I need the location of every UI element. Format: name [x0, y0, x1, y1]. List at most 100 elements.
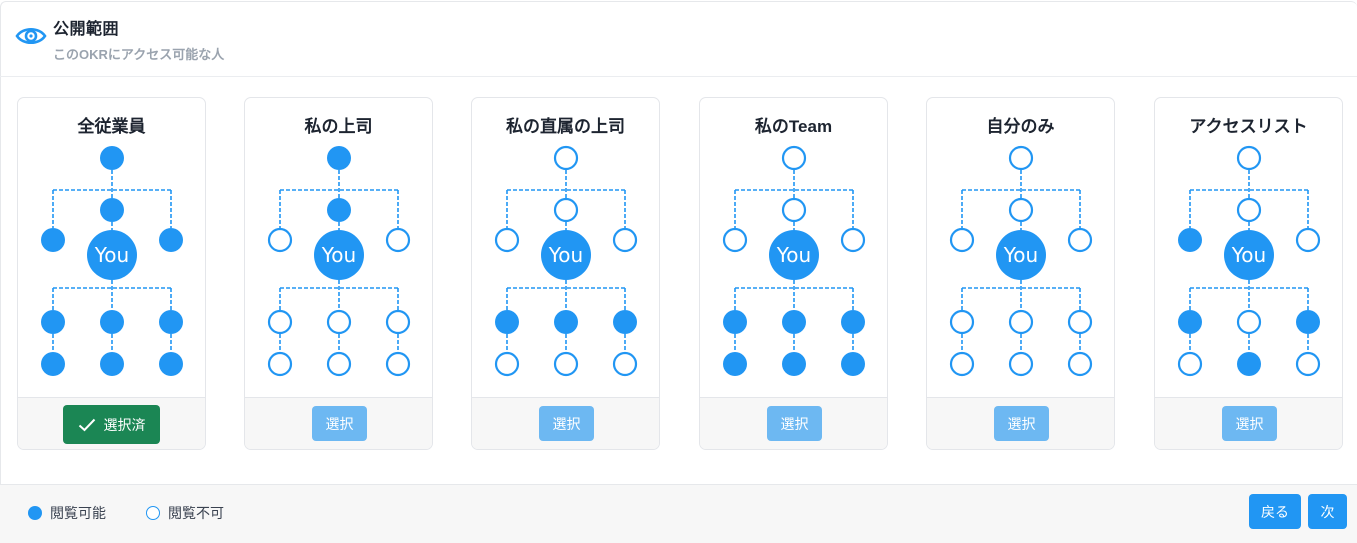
legend-not-viewable: 閲覧不可: [146, 503, 224, 523]
peer-left-node-not-viewable: [267, 227, 293, 253]
top-manager-node-not-viewable: [781, 145, 807, 171]
selected-button[interactable]: 選択済: [63, 405, 160, 444]
top-manager-node-not-viewable: [1008, 145, 1034, 171]
sub-report-node-not-viewable: [612, 351, 638, 377]
org-tree-diagram: You: [267, 146, 411, 377]
org-tree-diagram: You: [722, 145, 866, 376]
boss-node-not-viewable: [1236, 197, 1262, 223]
peer-right-node-not-viewable: [1067, 227, 1093, 253]
report-node-viewable: [159, 310, 183, 334]
page-title: 公開範囲: [53, 21, 120, 38]
card-title: 全従業員: [77, 117, 146, 136]
you-label: You: [1003, 243, 1038, 267]
footer-bar: 閲覧可能 閲覧不可 戻る 次: [0, 484, 1357, 543]
page-subtitle: このOKRにアクセス可能な人: [53, 47, 225, 62]
sub-report-node-not-viewable: [553, 351, 579, 377]
card-title: 自分のみ: [986, 117, 1055, 136]
you-label: You: [548, 243, 583, 267]
peer-left-node-not-viewable: [722, 227, 748, 253]
report-node-not-viewable: [949, 309, 975, 335]
visibility-option-card[interactable]: 全従業員 You 選択済: [17, 97, 206, 450]
sub-report-node-viewable: [1237, 352, 1261, 376]
top-manager-node-viewable: [327, 146, 351, 170]
org-tree-diagram: You: [494, 145, 638, 377]
sub-report-node-not-viewable: [949, 351, 975, 377]
report-node-viewable: [723, 310, 747, 334]
peer-left-node-not-viewable: [494, 227, 520, 253]
visibility-option-card[interactable]: 自分のみ You 選択: [926, 97, 1115, 450]
report-node-not-viewable: [1236, 309, 1262, 335]
org-tree-diagram: You: [41, 146, 183, 376]
peer-left-node-viewable: [41, 228, 65, 252]
peer-right-node-viewable: [159, 228, 183, 252]
legend-not-viewable-label: 閲覧不可: [168, 505, 224, 521]
boss-node-not-viewable: [1008, 197, 1034, 223]
report-node-not-viewable: [1067, 309, 1093, 335]
report-node-viewable: [1178, 310, 1202, 334]
visibility-option-card[interactable]: 私の上司 You 選択: [244, 97, 433, 450]
report-node-viewable: [41, 310, 65, 334]
org-tree-diagram: You: [1177, 145, 1321, 377]
you-label: You: [776, 243, 811, 267]
you-label: You: [94, 243, 129, 267]
report-node-viewable: [100, 310, 124, 334]
visibility-option-card[interactable]: 私の直属の上司 You 選択: [471, 97, 660, 450]
report-node-viewable: [782, 310, 806, 334]
sub-report-node-not-viewable: [1295, 351, 1321, 377]
sub-report-node-not-viewable: [1008, 351, 1034, 377]
sub-report-node-viewable: [41, 352, 65, 376]
sub-report-node-viewable: [723, 352, 747, 376]
card-title: アクセスリスト: [1189, 117, 1308, 136]
select-button[interactable]: 選択: [539, 406, 594, 441]
boss-node-not-viewable: [553, 197, 579, 223]
select-button[interactable]: 選択: [767, 406, 822, 441]
card-title: 私の上司: [304, 117, 373, 136]
sub-report-node-not-viewable: [385, 351, 411, 377]
checkmark-icon: [78, 418, 95, 431]
peer-right-node-not-viewable: [840, 227, 866, 253]
peer-left-node-viewable: [1178, 228, 1202, 252]
report-node-not-viewable: [1008, 309, 1034, 335]
sub-report-node-viewable: [841, 352, 865, 376]
sub-report-node-not-viewable: [326, 351, 352, 377]
org-tree-diagram: You: [949, 145, 1093, 377]
report-node-not-viewable: [326, 309, 352, 335]
card-footer: 選択済: [18, 397, 205, 449]
report-node-viewable: [495, 310, 519, 334]
visibility-option-card[interactable]: アクセスリスト You 選択: [1154, 97, 1343, 450]
card-title: 私の直属の上司: [506, 117, 625, 136]
peer-right-node-not-viewable: [612, 227, 638, 253]
back-button[interactable]: 戻る: [1249, 494, 1301, 529]
card-footer: 選択: [927, 397, 1114, 449]
boss-node-viewable: [100, 198, 124, 222]
next-button[interactable]: 次: [1308, 494, 1347, 529]
report-node-not-viewable: [385, 309, 411, 335]
card-footer: 選択: [1155, 397, 1342, 449]
eye-icon: [15, 27, 47, 45]
header: 公開範囲 このOKRにアクセス可能な人: [0, 0, 1357, 77]
card-footer: 選択: [245, 397, 432, 449]
report-node-viewable: [613, 310, 637, 334]
sub-report-node-viewable: [100, 352, 124, 376]
report-node-viewable: [1296, 310, 1320, 334]
top-manager-node-not-viewable: [553, 145, 579, 171]
report-node-viewable: [841, 310, 865, 334]
you-label: You: [1231, 243, 1266, 267]
sub-report-node-not-viewable: [267, 351, 293, 377]
peer-left-node-not-viewable: [949, 227, 975, 253]
boss-node-not-viewable: [781, 197, 807, 223]
top-manager-node-viewable: [100, 146, 124, 170]
visibility-option-card[interactable]: 私のTeam You 選択: [699, 97, 888, 450]
legend-viewable: 閲覧可能: [28, 503, 106, 523]
card-footer: 選択: [700, 397, 887, 449]
sub-report-node-viewable: [782, 352, 806, 376]
select-button[interactable]: 選択: [1222, 406, 1277, 441]
legend-viewable-label: 閲覧可能: [50, 505, 106, 521]
empty-circle-icon: [146, 506, 160, 520]
report-node-not-viewable: [267, 309, 293, 335]
select-button[interactable]: 選択: [994, 406, 1049, 441]
select-button[interactable]: 選択: [312, 406, 367, 441]
sub-report-node-not-viewable: [1177, 351, 1203, 377]
report-node-viewable: [554, 310, 578, 334]
sub-report-node-viewable: [159, 352, 183, 376]
